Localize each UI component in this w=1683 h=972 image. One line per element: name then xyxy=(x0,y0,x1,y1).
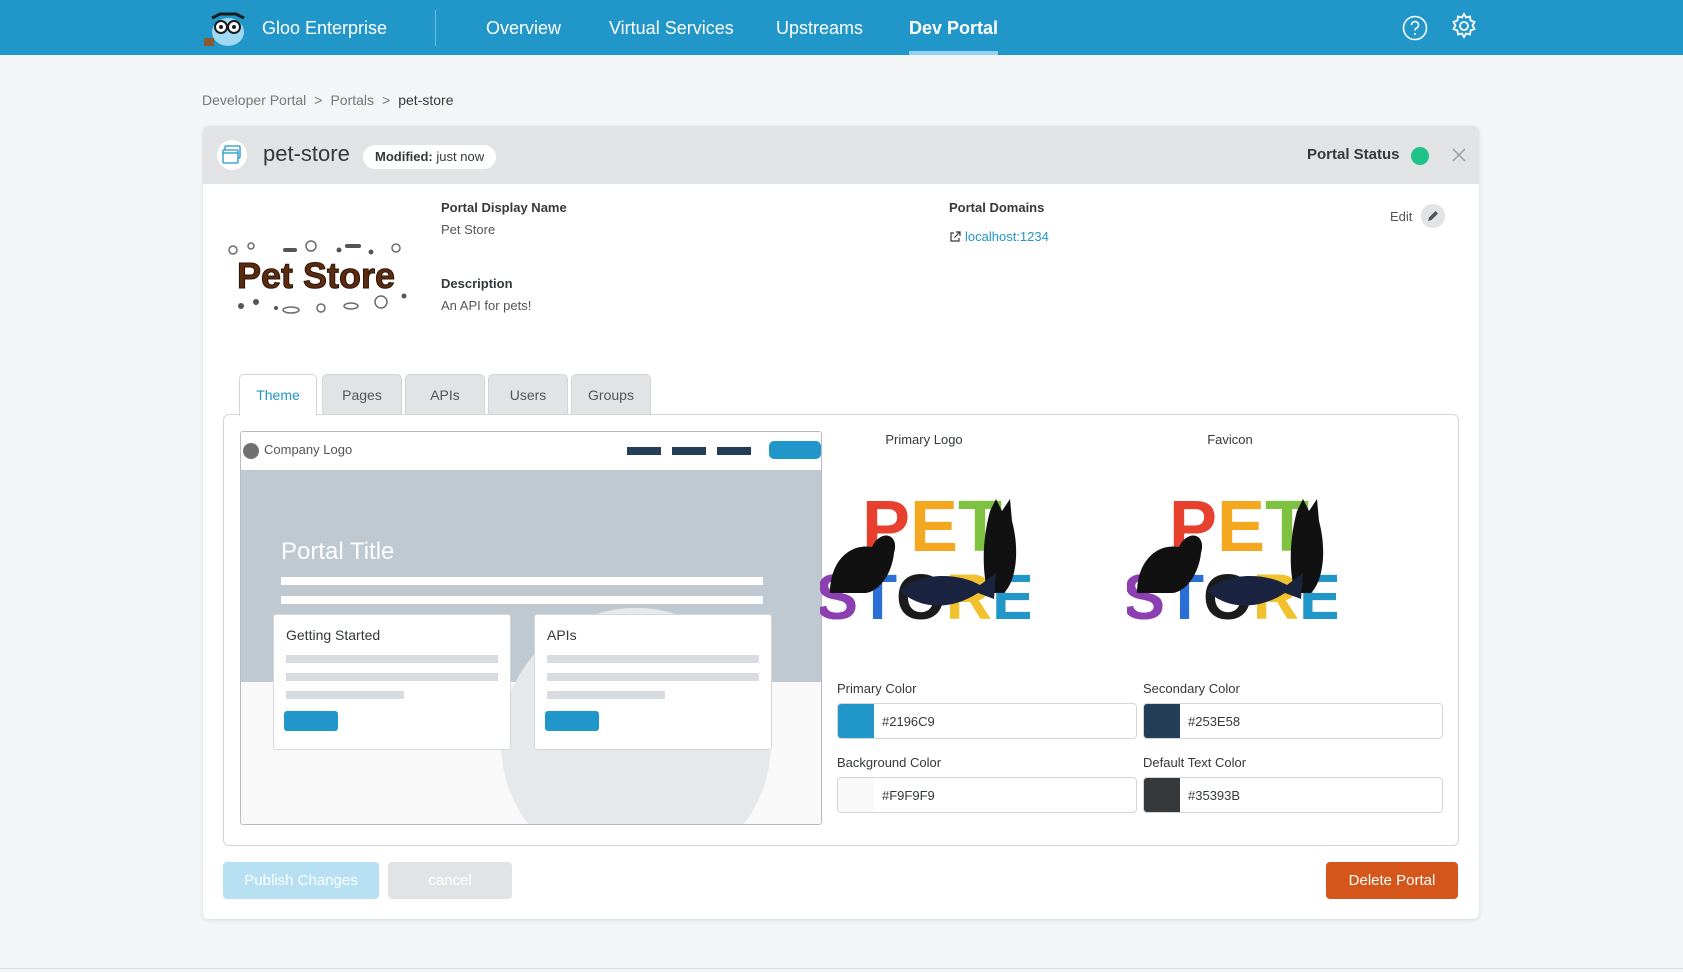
background-color-input[interactable]: #F9F9F9 xyxy=(837,777,1137,813)
preview-company-logo: Company Logo xyxy=(264,442,353,457)
primary-color-swatch[interactable] xyxy=(838,704,874,738)
background-color-swatch[interactable] xyxy=(838,778,874,812)
secondary-color-input[interactable]: #253E58 xyxy=(1143,703,1443,739)
publish-changes-button[interactable]: Publish Changes xyxy=(223,862,379,899)
favicon-label: Favicon xyxy=(1207,432,1253,447)
preview-card-button xyxy=(545,711,599,731)
breadcrumb-separator: > xyxy=(382,92,391,108)
preview-card-line xyxy=(547,691,665,699)
preview-nav-bar xyxy=(717,447,751,455)
modified-value: just now xyxy=(436,149,485,164)
display-name-value: Pet Store xyxy=(441,222,496,237)
edit-pencil-icon[interactable] xyxy=(1421,204,1445,228)
preview-text-line xyxy=(281,577,763,585)
preview-card-getting-started: Getting Started xyxy=(273,614,511,750)
preview-nav-bar xyxy=(672,447,706,455)
preview-card-line xyxy=(286,655,498,663)
gear-icon[interactable] xyxy=(1450,12,1478,40)
text-color-value: #35393B xyxy=(1188,788,1241,803)
portal-detail-card: pet-store Modified: just now Portal Stat… xyxy=(203,126,1479,919)
external-link-icon xyxy=(950,231,961,242)
breadcrumb-portals[interactable]: Portals xyxy=(330,92,374,108)
domains-label: Portal Domains xyxy=(949,200,1045,215)
preview-card-line xyxy=(286,691,404,699)
secondary-color-label: Secondary Color xyxy=(1143,681,1240,696)
nav-virtual-services[interactable]: Virtual Services xyxy=(609,0,734,55)
preview-card-line xyxy=(286,673,498,681)
card-header: pet-store Modified: just now Portal Stat… xyxy=(203,126,1479,184)
banner-logo-text: Pet Store xyxy=(237,255,395,296)
theme-preview: Company Logo Portal Title Getting Starte… xyxy=(240,431,822,825)
background-color-value: #F9F9F9 xyxy=(882,788,935,803)
preview-header: Company Logo xyxy=(241,432,821,470)
portal-status-label: Portal Status xyxy=(1307,146,1400,163)
modified-label: Modified: xyxy=(375,149,433,164)
modified-badge: Modified: just now xyxy=(363,145,497,169)
preview-text-line xyxy=(281,596,763,604)
domain-link-text: localhost:1234 xyxy=(965,229,1049,244)
primary-color-input[interactable]: #2196C9 xyxy=(837,703,1137,739)
page-bottom-rule xyxy=(0,968,1683,969)
primary-color-value: #2196C9 xyxy=(882,714,935,729)
text-color-swatch[interactable] xyxy=(1144,778,1180,812)
breadcrumb: Developer Portal > Portals > pet-store xyxy=(202,92,453,108)
preview-card-button xyxy=(284,711,338,731)
text-color-label: Default Text Color xyxy=(1143,755,1247,770)
preview-nav-button xyxy=(769,441,821,459)
breadcrumb-developer-portal[interactable]: Developer Portal xyxy=(202,92,306,108)
portal-status-indicator xyxy=(1411,147,1429,165)
theme-panel: Company Logo Portal Title Getting Starte… xyxy=(223,414,1459,846)
brand[interactable]: Gloo Enterprise xyxy=(202,8,387,48)
preview-card-title: Getting Started xyxy=(286,627,381,643)
primary-logo-image[interactable]: PET STORE xyxy=(820,481,1030,631)
breadcrumb-separator: > xyxy=(314,92,323,108)
edit-label[interactable]: Edit xyxy=(1390,209,1412,224)
description-value: An API for pets! xyxy=(441,298,532,313)
secondary-color-swatch[interactable] xyxy=(1144,704,1180,738)
brand-name: Gloo Enterprise xyxy=(262,17,388,38)
preview-card-title: APIs xyxy=(547,627,577,643)
domain-link[interactable]: localhost:1234 xyxy=(949,229,1049,244)
primary-color-label: Primary Color xyxy=(837,681,917,696)
background-color-label: Background Color xyxy=(837,755,942,770)
breadcrumb-current: pet-store xyxy=(398,92,454,108)
preview-card-line xyxy=(547,673,759,681)
tab-users[interactable]: Users xyxy=(488,374,568,414)
nav-upstreams[interactable]: Upstreams xyxy=(776,0,863,55)
gloo-mascot-icon xyxy=(204,12,245,46)
preview-logo-dot xyxy=(243,443,259,459)
nav-overview[interactable]: Overview xyxy=(486,0,561,55)
delete-portal-button[interactable]: Delete Portal xyxy=(1326,862,1458,899)
text-color-input[interactable]: #35393B xyxy=(1143,777,1443,813)
display-name-label: Portal Display Name xyxy=(441,200,567,215)
close-icon[interactable] xyxy=(1452,148,1466,162)
tab-apis[interactable]: APIs xyxy=(405,374,485,414)
cancel-button[interactable]: cancel xyxy=(388,862,512,899)
portal-banner-image: Pet Store xyxy=(228,240,407,314)
help-circle-icon[interactable] xyxy=(1402,15,1428,41)
nav-divider xyxy=(435,10,436,46)
preview-portal-title: Portal Title xyxy=(281,538,395,565)
top-nav-bar: Gloo Enterprise Overview Virtual Service… xyxy=(0,0,1683,55)
preview-card-line xyxy=(547,655,759,663)
tab-theme[interactable]: Theme xyxy=(239,374,317,416)
portal-name: pet-store xyxy=(263,141,350,166)
portal-icon xyxy=(217,140,247,170)
tab-pages[interactable]: Pages xyxy=(322,374,402,414)
primary-logo-label: Primary Logo xyxy=(885,432,963,447)
nav-dev-portal[interactable]: Dev Portal xyxy=(909,0,999,55)
preview-card-apis: APIs xyxy=(534,614,772,750)
description-label: Description xyxy=(441,276,513,291)
secondary-color-value: #253E58 xyxy=(1188,714,1241,729)
preview-nav-bar xyxy=(627,447,661,455)
favicon-image[interactable]: PET STORE xyxy=(1127,481,1337,631)
tab-groups[interactable]: Groups xyxy=(571,374,651,414)
